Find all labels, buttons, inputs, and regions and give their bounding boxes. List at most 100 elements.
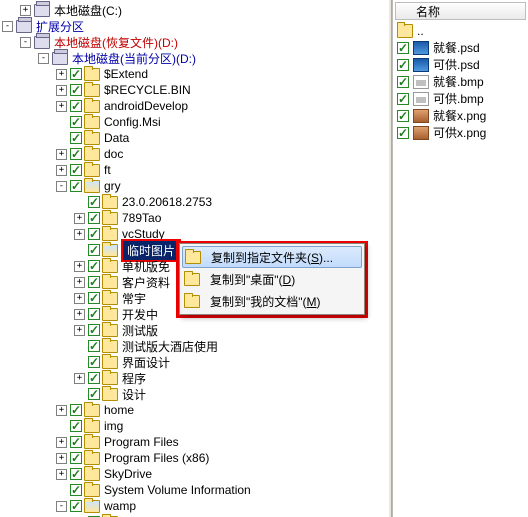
tree-row[interactable]: 程序 [2,370,386,386]
checkbox-icon[interactable] [70,436,82,448]
expander[interactable] [56,437,67,448]
checkbox-icon[interactable] [88,308,100,320]
checkbox-icon[interactable] [397,127,409,139]
checkbox-icon[interactable] [70,116,82,128]
folder-icon [84,148,100,161]
tree-row[interactable]: $RECYCLE.BIN [2,82,386,98]
checkbox-icon[interactable] [88,260,100,272]
expander[interactable] [74,277,85,288]
checkbox-icon[interactable] [70,148,82,160]
expander[interactable] [74,213,85,224]
expander[interactable] [56,405,67,416]
expander[interactable] [20,5,31,16]
tree-row[interactable]: Config.Msi [2,114,386,130]
tree-row[interactable]: img [2,418,386,434]
column-header-name[interactable]: 名称 [395,2,526,20]
tree-row[interactable]: 23.0.20618.2753 [2,194,386,210]
file-row[interactable]: 可供x.png [395,124,526,141]
folder-icon [84,452,100,465]
checkbox-icon[interactable] [88,228,100,240]
directory-tree[interactable]: 本地磁盘(C:) 扩展分区 本地磁盘(恢复文件)(D:) 本地磁盘(当前分区)(… [0,0,388,517]
checkbox-icon[interactable] [70,452,82,464]
tree-row[interactable]: doc [2,146,386,162]
file-row[interactable]: 可供.psd [395,56,526,73]
tree-row[interactable]: 扩展分区 [2,18,386,34]
tree-row[interactable]: 测试版 [2,322,386,338]
expander[interactable] [74,325,85,336]
expander[interactable] [56,69,67,80]
tree-row[interactable]: Program Files (x86) [2,450,386,466]
checkbox-icon[interactable] [397,76,409,88]
menu-copy-to-folder[interactable]: 复制到指定文件夹(S)... [182,246,362,268]
checkbox-icon[interactable] [70,420,82,432]
expander[interactable] [56,101,67,112]
tree-row[interactable]: wamp [2,498,386,514]
tree-row[interactable]: home [2,402,386,418]
menu-copy-to-mydoc[interactable]: 复制到"我的文档"(M) [182,290,362,312]
expander[interactable] [38,53,49,64]
checkbox-icon[interactable] [88,212,100,224]
checkbox-icon[interactable] [70,164,82,176]
expander[interactable] [2,21,13,32]
checkbox-icon[interactable] [88,292,100,304]
checkbox-icon[interactable] [88,276,100,288]
expander[interactable] [74,229,85,240]
checkbox-icon[interactable] [397,42,409,54]
checkbox-icon[interactable] [88,388,100,400]
file-row[interactable]: 可供.bmp [395,90,526,107]
expander[interactable] [56,165,67,176]
tree-row[interactable]: 789Tao [2,210,386,226]
checkbox-icon[interactable] [70,500,82,512]
file-row[interactable]: 就餐.bmp [395,73,526,90]
checkbox-icon[interactable] [88,356,100,368]
file-row[interactable]: 就餐x.png [395,107,526,124]
expander[interactable] [56,149,67,160]
checkbox-icon[interactable] [70,100,82,112]
tree-row[interactable]: gry [2,178,386,194]
tree-row[interactable]: 本地磁盘(当前分区)(D:) [2,50,386,66]
tree-row[interactable]: $Extend [2,66,386,82]
tree-row[interactable]: 本地磁盘(C:) [2,2,386,18]
checkbox-icon[interactable] [397,93,409,105]
expander[interactable] [20,37,31,48]
checkbox-icon[interactable] [88,340,100,352]
tree-row[interactable]: 设计 [2,386,386,402]
checkbox-icon[interactable] [88,324,100,336]
expander[interactable] [56,85,67,96]
checkbox-icon[interactable] [70,468,82,480]
checkbox-icon[interactable] [88,372,100,384]
tree-row[interactable]: System Volume Information [2,482,386,498]
expander[interactable] [56,453,67,464]
up-folder-row[interactable]: .. [395,22,526,39]
checkbox-icon[interactable] [397,110,409,122]
tree-row[interactable]: 界面设计 [2,354,386,370]
context-menu[interactable]: 复制到指定文件夹(S)... 复制到"桌面"(D) 复制到"我的文档"(M) [179,243,365,315]
tree-row[interactable]: androidDevelop [2,98,386,114]
checkbox-icon[interactable] [88,196,100,208]
tree-row[interactable]: SkyDrive [2,466,386,482]
tree-row[interactable]: vcStudy [2,226,386,242]
expander[interactable] [56,501,67,512]
tree-row[interactable]: 测试版大酒店使用 [2,338,386,354]
expander[interactable] [56,469,67,480]
checkbox-icon[interactable] [397,59,409,71]
checkbox-icon[interactable] [70,484,82,496]
expander[interactable] [56,181,67,192]
checkbox-icon[interactable] [70,180,82,192]
file-row[interactable]: 就餐.psd [395,39,526,56]
expander[interactable] [74,293,85,304]
checkbox-icon[interactable] [70,84,82,96]
tree-row[interactable]: ft [2,162,386,178]
checkbox-icon[interactable] [70,404,82,416]
expander[interactable] [74,373,85,384]
checkbox-icon[interactable] [88,244,100,256]
menu-label: 复制到"桌面"(D) [210,271,295,288]
tree-row[interactable]: Program Files [2,434,386,450]
tree-row[interactable]: Data [2,130,386,146]
folder-icon [84,468,100,481]
checkbox-icon[interactable] [70,132,82,144]
checkbox-icon[interactable] [70,68,82,80]
menu-copy-to-desktop[interactable]: 复制到"桌面"(D) [182,268,362,290]
expander[interactable] [74,309,85,320]
expander[interactable] [74,261,85,272]
